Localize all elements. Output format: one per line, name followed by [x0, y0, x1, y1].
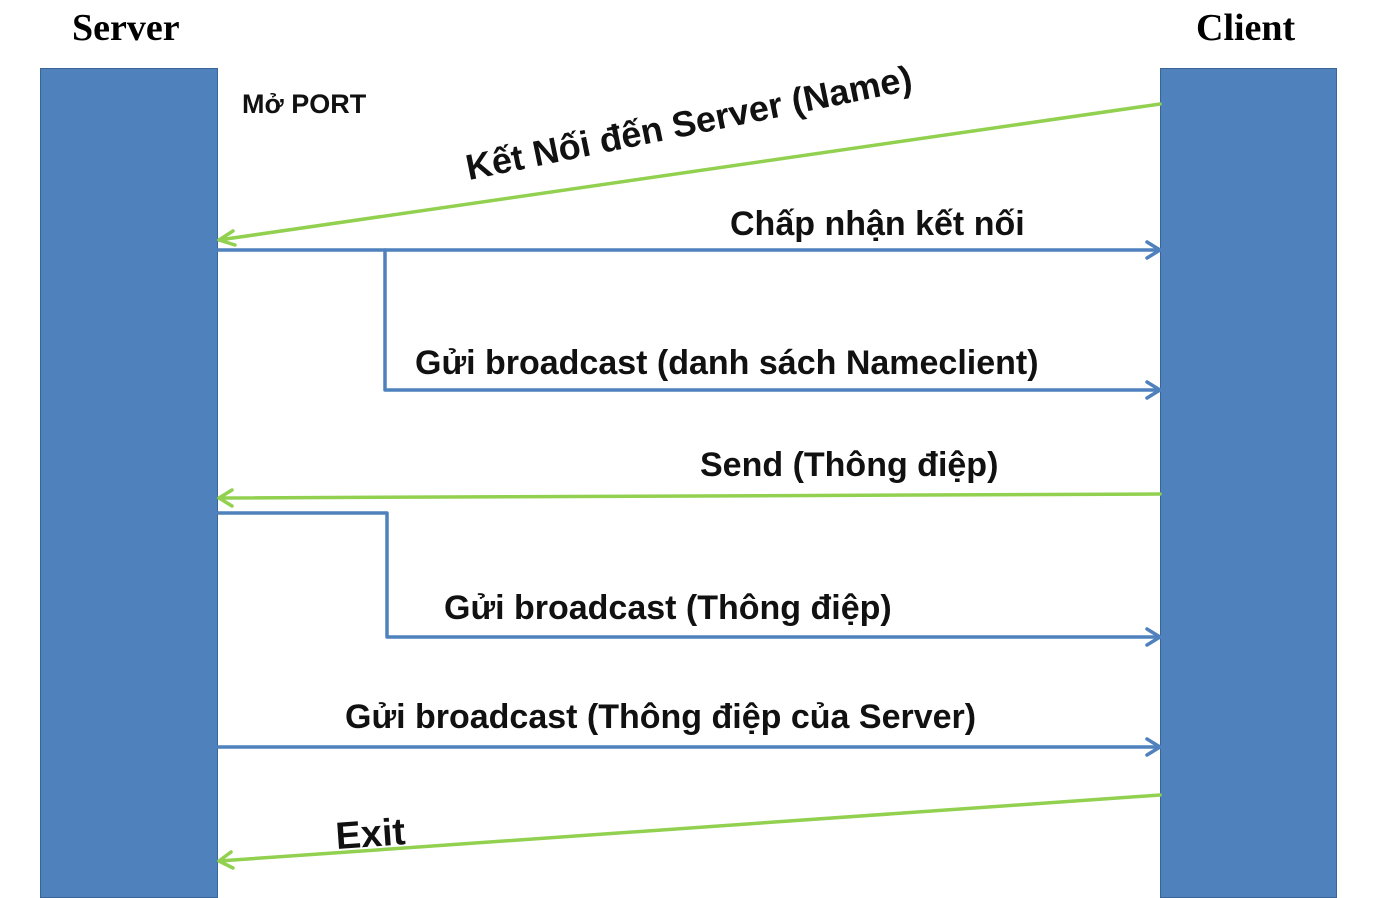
message-broadcast-list-label: Gửi broadcast (danh sách Nameclient)	[415, 344, 1039, 382]
arrow-broadcast-server	[216, 737, 1162, 757]
message-exit-label: Exit	[334, 811, 407, 858]
message-accept-label: Chấp nhận kết nối	[730, 205, 1025, 243]
arrow-accept	[216, 240, 1162, 260]
message-broadcast-server-label: Gửi broadcast (Thông điệp của Server)	[345, 698, 977, 736]
message-send-label: Send (Thông điệp)	[700, 446, 999, 484]
message-broadcast-message-label: Gửi broadcast (Thông điệp)	[444, 589, 892, 627]
open-port-note: Mở PORT	[242, 89, 367, 119]
arrow-send	[217, 488, 1162, 508]
